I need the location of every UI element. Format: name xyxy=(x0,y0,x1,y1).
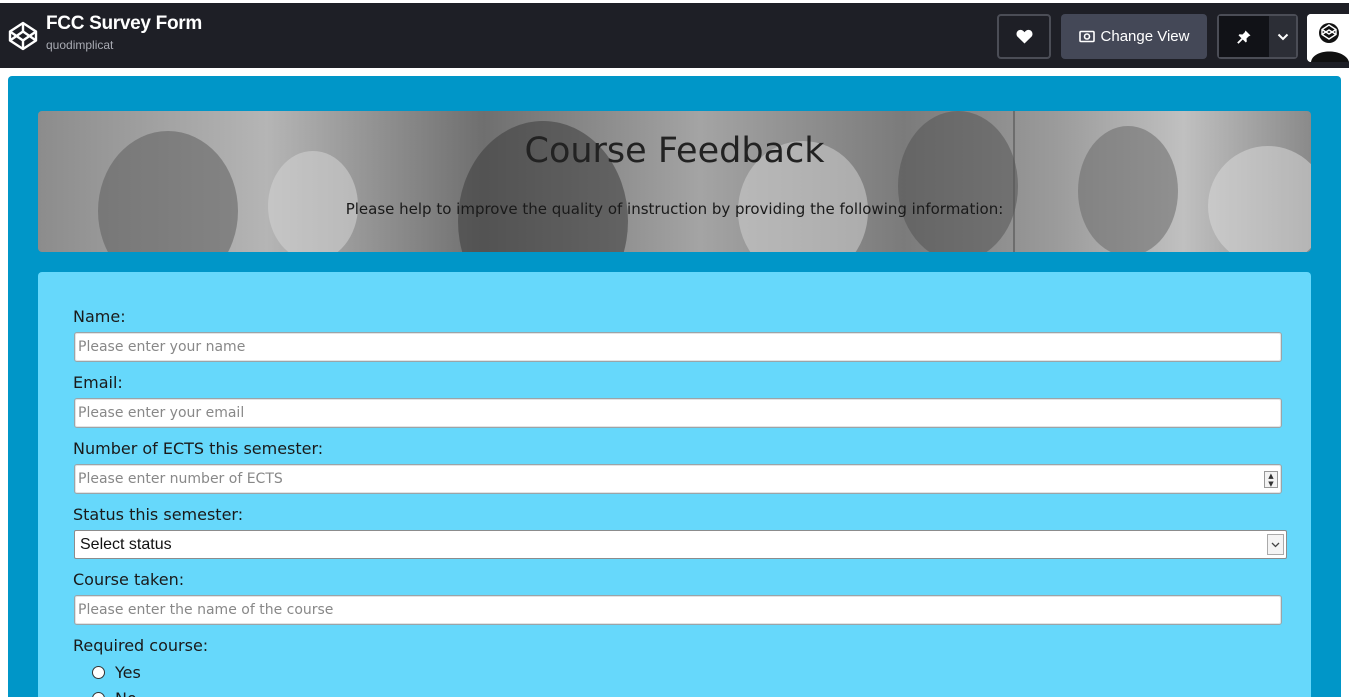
required-course-label: Required course: xyxy=(73,636,209,655)
avatar-icon xyxy=(1307,14,1349,62)
course-placeholder: Please enter the name of the course xyxy=(78,602,334,618)
codepen-logo-icon[interactable] xyxy=(7,20,39,52)
required-no-label: No xyxy=(115,689,137,697)
ects-placeholder: Please enter number of ECTS xyxy=(78,471,283,487)
number-spinner[interactable]: ▲ ▼ xyxy=(1264,471,1278,488)
top-bar: FCC Survey Form quodimplicat Change View xyxy=(0,3,1349,68)
page-description: Please help to improve the quality of in… xyxy=(345,200,1004,218)
required-yes-option[interactable]: Yes xyxy=(92,663,141,682)
user-avatar[interactable] xyxy=(1307,14,1349,62)
spinner-up-icon[interactable]: ▲ xyxy=(1268,472,1273,480)
pen-title: FCC Survey Form xyxy=(46,13,202,34)
change-view-label: Change View xyxy=(1100,28,1190,45)
spinner-down-icon[interactable]: ▼ xyxy=(1268,480,1273,488)
name-placeholder: Please enter your name xyxy=(78,339,246,355)
pen-author[interactable]: quodimplicat xyxy=(46,38,202,52)
heart-icon xyxy=(1016,29,1032,44)
course-label: Course taken: xyxy=(73,570,185,589)
chevron-down-icon xyxy=(1277,33,1288,40)
pen-title-block: FCC Survey Form quodimplicat xyxy=(46,13,202,52)
email-label: Email: xyxy=(73,373,123,392)
ects-label: Number of ECTS this semester: xyxy=(73,439,324,458)
page-title: Course Feedback xyxy=(524,131,825,171)
dropdown-arrow[interactable] xyxy=(1267,534,1284,555)
name-label: Name: xyxy=(73,307,126,326)
love-button[interactable] xyxy=(997,14,1051,59)
email-placeholder: Please enter your email xyxy=(78,405,245,421)
pin-dropdown-button[interactable] xyxy=(1269,16,1296,57)
status-label: Status this semester: xyxy=(73,505,244,524)
name-input[interactable]: Please enter your name xyxy=(74,332,1282,362)
required-no-radio[interactable] xyxy=(92,692,105,697)
ects-number-input[interactable]: Please enter number of ECTS ▲ ▼ xyxy=(74,464,1282,494)
required-yes-radio[interactable] xyxy=(92,666,105,679)
chevron-down-icon xyxy=(1271,542,1280,547)
required-yes-label: Yes xyxy=(115,663,141,682)
pin-button[interactable] xyxy=(1219,16,1269,57)
status-dropdown[interactable]: Select status xyxy=(74,530,1287,559)
status-selected-value: Select status xyxy=(80,535,172,553)
course-input[interactable]: Please enter the name of the course xyxy=(74,595,1282,625)
pin-button-group xyxy=(1217,14,1298,59)
eye-icon xyxy=(1078,30,1095,43)
required-no-option[interactable]: No xyxy=(92,689,137,697)
pin-icon xyxy=(1237,30,1251,44)
change-view-button[interactable]: Change View xyxy=(1061,14,1207,59)
email-input[interactable]: Please enter your email xyxy=(74,398,1282,428)
